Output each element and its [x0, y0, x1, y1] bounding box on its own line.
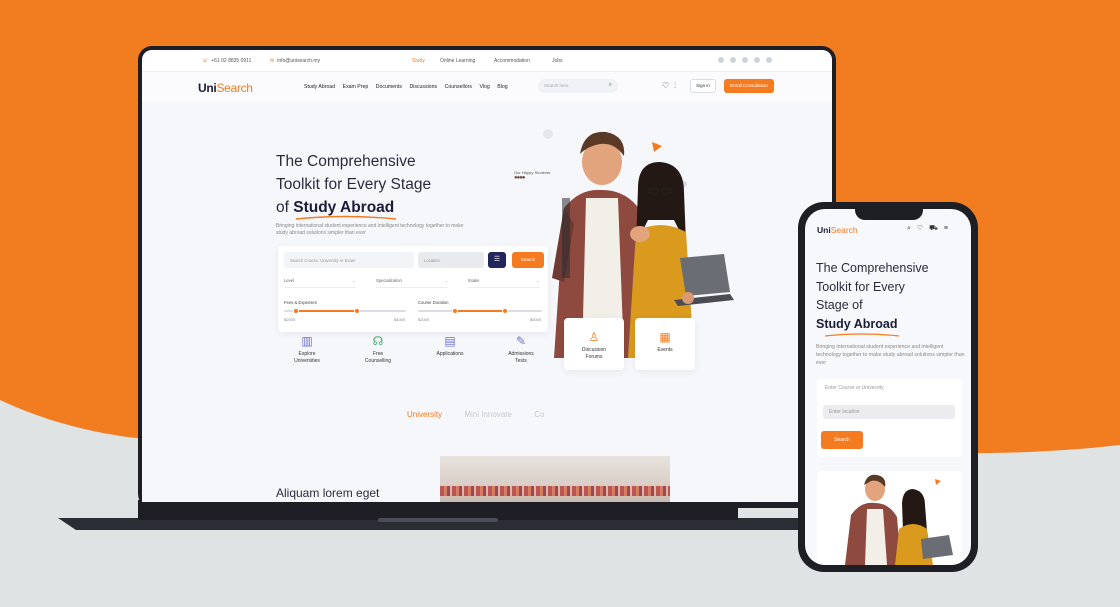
topbar-link-jobs[interactable]: Jobs [552, 58, 563, 64]
calendar-icon: ▦ [659, 330, 671, 344]
duration-min-value: $2000 [418, 317, 430, 322]
phone-location-input[interactable]: Enter location [823, 405, 955, 419]
heart-icon[interactable]: ♡ [917, 225, 923, 232]
nav-menu: Study Abroad Exam Prep Documents Discuss… [304, 84, 514, 90]
topbar-link-online-learning[interactable]: Online Learning [440, 58, 475, 64]
linkedin-icon[interactable] [742, 57, 748, 63]
phone-logo[interactable]: UniSearch [817, 225, 858, 235]
section-heading: Aliquam lorem eget [276, 486, 380, 500]
tab-university[interactable]: University [407, 410, 442, 419]
fees-slider-min-handle[interactable] [293, 308, 300, 314]
youtube-icon[interactable] [766, 57, 772, 63]
chevron-down-icon: ⌄ [444, 278, 448, 283]
twitter-icon[interactable] [730, 57, 736, 63]
phone-students-image [815, 471, 965, 565]
level-select[interactable]: Level ⌄ [284, 278, 356, 288]
tab-mini-innovate[interactable]: Mini Innovate [464, 410, 512, 419]
phone-hero-title: The Comprehensive Toolkit for Every Stag… [816, 261, 929, 331]
filter-icon: ☰ [493, 256, 501, 263]
chevron-down-icon: ⌄ [352, 278, 356, 283]
library-image [440, 456, 670, 502]
tab-more[interactable]: Co [534, 410, 544, 419]
laptop-screen: ☏ +61 02 8835 0911 ✉ info@unisearch.my Stu… [142, 50, 832, 502]
topbar-link-study[interactable]: Study [412, 58, 425, 64]
cart-icon[interactable]: ⛟ [929, 225, 938, 232]
phone-notch [855, 206, 923, 220]
feature-discussion-forums[interactable]: ♙ Discussion Forums [564, 318, 624, 370]
sign-in-button[interactable]: Sign in [690, 79, 716, 93]
nav-item-counsellors[interactable]: Counsellors [445, 84, 472, 90]
fees-slider[interactable] [284, 308, 406, 314]
building-icon: ▥ [301, 334, 313, 348]
bookshelf-graphic [440, 486, 670, 496]
topbar-link-accommodation[interactable]: Accommodation [494, 58, 530, 64]
nav-item-vlog[interactable]: Vlog [479, 84, 489, 90]
logo[interactable]: UniSearch [198, 81, 253, 95]
email-contact[interactable]: ✉ info@unisearch.my [270, 58, 320, 64]
category-tabs: University Mini Innovate Co [407, 410, 564, 419]
document-icon: ▤ [444, 334, 456, 348]
course-search-input[interactable]: Search Course, University or Exam [284, 252, 414, 268]
phone-screen: UniSearch ⌕ ♡ ⛟ ≡ The Comprehensive Tool… [805, 209, 971, 565]
happy-students-badge: Our Happy Students ●●●● [514, 170, 551, 181]
fees-slider-max-handle[interactable] [354, 308, 361, 314]
facebook-icon[interactable] [718, 57, 724, 63]
fees-slider-fill [296, 310, 358, 312]
nav-item-discussions[interactable]: Discussions [409, 84, 437, 90]
heart-icon[interactable]: ♡ [662, 81, 669, 90]
enroll-consultation-button[interactable]: Enroll Consultation [724, 79, 774, 93]
nav-item-exam-prep[interactable]: Exam Prep [343, 84, 369, 90]
feature-applications[interactable]: ▤ Applications [424, 334, 476, 358]
feature-events[interactable]: ▦ Events [635, 318, 695, 370]
phone-contact[interactable]: ☏ +61 02 8835 0911 [202, 58, 251, 64]
phone-search-card: Enter Course or University Enter locatio… [817, 379, 962, 457]
fees-min-value: $2000 [284, 317, 296, 322]
hero-title: The Comprehensive Toolkit for Every Stag… [276, 153, 432, 216]
nav-item-documents[interactable]: Documents [376, 84, 402, 90]
mail-icon: ✉ [270, 58, 275, 64]
avatar-stack: ●●●● [514, 175, 526, 181]
fees-label: Fees & Expenses [284, 300, 317, 305]
menu-icon[interactable]: ≡ [944, 225, 948, 232]
duration-slider-min-handle[interactable] [452, 308, 459, 314]
nav-search-input[interactable]: Search here ⌕ [538, 79, 618, 93]
phone-course-input[interactable]: Enter Course or University [825, 385, 884, 391]
chart-icon[interactable]: ⫶ [674, 81, 676, 91]
specialization-select[interactable]: Specialization ⌄ [376, 278, 448, 288]
search-icon[interactable]: ⌕ [609, 82, 612, 89]
hero-students-image [502, 128, 752, 358]
title-underline [295, 215, 397, 220]
phone-title-underline [824, 333, 900, 337]
feature-free-counselling[interactable]: ☊ Free Counselling [352, 334, 404, 365]
feature-admissions-tests[interactable]: ✎ Admissions Tests [495, 334, 547, 365]
fees-max-value: $4000 [394, 317, 406, 322]
top-info-bar: ☏ +61 02 8835 0911 ✉ info@unisearch.my Stu… [142, 50, 832, 72]
duration-label: Course Duration [418, 300, 449, 305]
duration-slider-fill [455, 310, 505, 312]
phone-header-icons: ⌕ ♡ ⛟ ≡ [907, 224, 952, 233]
nav-item-study-abroad[interactable]: Study Abroad [304, 84, 335, 90]
laptop-base [58, 500, 818, 530]
phone-hero-description: Bringing international student experienc… [816, 344, 965, 366]
search-icon[interactable]: ⌕ [907, 225, 911, 232]
phone-icon: ☏ [202, 58, 209, 64]
phone-search-button[interactable]: Search [821, 431, 863, 449]
headset-icon: ☊ [372, 334, 384, 348]
forum-icon: ♙ [588, 330, 600, 344]
test-icon: ✎ [515, 334, 527, 348]
main-nav: UniSearch Study Abroad Exam Prep Documen… [142, 72, 832, 102]
feature-explore-universities[interactable]: ▥ Explore Universities [281, 334, 333, 365]
nav-item-blog[interactable]: Blog [497, 84, 507, 90]
location-input[interactable]: Location [418, 252, 484, 268]
instagram-icon[interactable] [754, 57, 760, 63]
hero-description: Bringing international student experienc… [276, 223, 464, 236]
